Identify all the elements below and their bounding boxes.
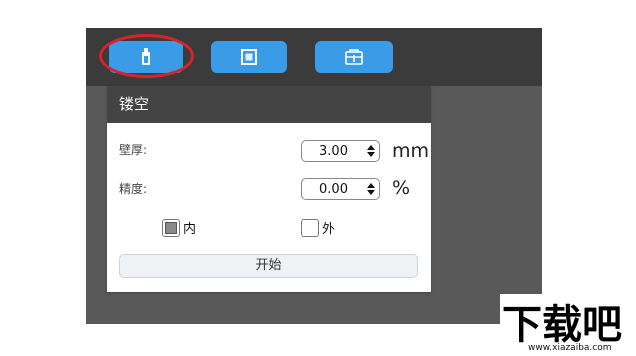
start-button[interactable]: 开始 — [119, 254, 418, 278]
panel-title: 镂空 — [107, 86, 431, 123]
precision-spinbox[interactable]: 0.00 — [301, 178, 380, 200]
outside-checkbox[interactable] — [301, 218, 319, 237]
support-tool-button[interactable] — [315, 41, 393, 73]
outside-option[interactable]: 外 — [301, 218, 335, 237]
highlight-circle — [99, 34, 194, 78]
watermark-url: www.xiazaiba.com — [528, 343, 612, 353]
shell-tool-button[interactable] — [211, 41, 287, 73]
checked-indicator — [165, 221, 177, 234]
spin-arrows-icon[interactable] — [363, 141, 379, 161]
wall-thickness-spinbox[interactable]: 3.00 — [301, 140, 380, 162]
inside-checkbox[interactable] — [162, 218, 180, 237]
wall-thickness-label: 壁厚: — [119, 143, 148, 157]
wall-thickness-unit: mm — [392, 140, 430, 162]
square-frame-icon — [241, 49, 257, 65]
outside-label: 外 — [322, 222, 336, 237]
wall-thickness-value[interactable]: 3.00 — [302, 144, 363, 159]
precision-value[interactable]: 0.00 — [302, 182, 363, 197]
precision-unit: % — [392, 177, 411, 199]
inside-option[interactable]: 内 — [162, 218, 196, 237]
box-plus-icon — [345, 49, 363, 65]
inside-label: 内 — [183, 222, 197, 237]
watermark-logo: 下载吧 — [502, 302, 622, 348]
precision-label: 精度: — [119, 182, 148, 196]
spin-arrows-icon[interactable] — [363, 179, 379, 199]
